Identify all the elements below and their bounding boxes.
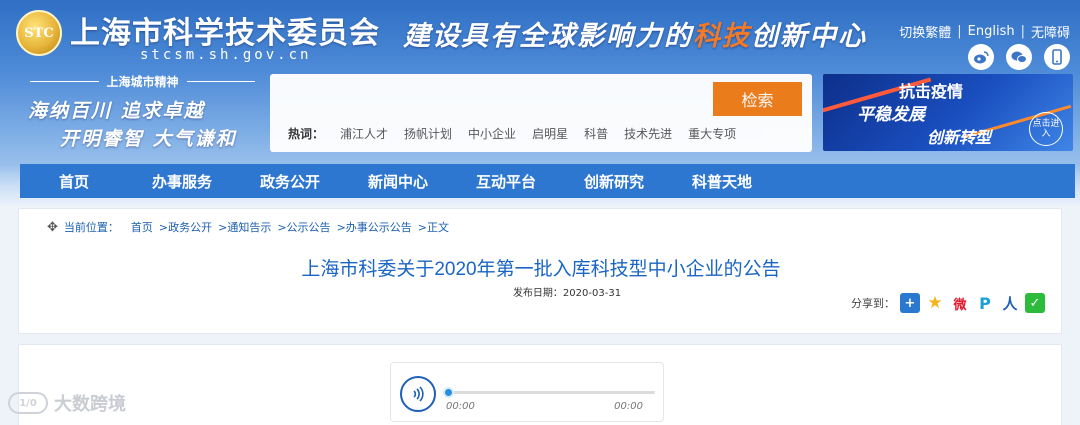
hot-word-link[interactable]: 扬帆计划 [404,125,452,142]
weibo-icon[interactable] [968,44,994,70]
nav-item-home[interactable]: 首页 [20,171,128,192]
nav-item-research[interactable]: 创新研究 [560,171,668,192]
nav-item-news[interactable]: 新闻中心 [344,171,452,192]
nav-item-interaction[interactable]: 互动平台 [452,171,560,192]
slogan-part1: 建设具有全球影响力的 [403,21,693,52]
english-link[interactable]: English [968,24,1015,39]
audio-progress-track[interactable] [445,391,655,394]
breadcrumb-current: >正文 [417,221,449,234]
breadcrumb-label: 当前位置： [63,221,119,234]
audio-player: 00:00 00:00 [390,362,664,422]
social-icons [968,44,1070,70]
watermark-logo-icon: 1/0 [8,392,48,414]
share-pengyou-icon[interactable]: P [975,293,995,313]
mobile-icon[interactable] [1044,44,1070,70]
search-button[interactable]: 检索 [713,82,802,116]
share-qzone-icon[interactable]: ★ [925,293,945,313]
hot-word-link[interactable]: 重大专项 [688,125,736,142]
nav-item-gov-affairs[interactable]: 政务公开 [236,171,344,192]
covid-banner[interactable]: 抗击疫情 平稳发展 创新转型 点击进入 [823,74,1073,151]
wechat-icon[interactable] [1006,44,1032,70]
breadcrumb-home[interactable]: 首页 [131,219,153,235]
link-separator: | [1020,24,1025,39]
breadcrumb: ✥ 当前位置： 首页 >政务公开 >通知告示 >公示公告 >办事公示公告 >正文 [47,219,449,235]
breadcrumb-gov-affairs[interactable]: >政务公开 [159,219,212,235]
city-spirit-line1: 海纳百川 追求卓越 [28,100,205,122]
banner-line3: 创新转型 [927,128,992,147]
share-wechat-icon[interactable]: ✓ [1025,293,1045,313]
breadcrumb-announcements[interactable]: >公示公告 [277,219,330,235]
banner-line2: 平稳发展 [857,105,925,125]
main-nav: 首页 办事服务 政务公开 新闻中心 互动平台 创新研究 科普天地 [20,164,1075,198]
city-spirit-line2: 开明睿智 大气谦和 [60,128,237,150]
search-panel: 检索 热词： 浦江人才 扬帆计划 中小企业 启明星 科普 技术先进 重大专项 [270,74,812,152]
audio-current-time: 00:00 [446,401,475,412]
share-plus-icon[interactable]: + [900,293,920,313]
hot-words-label: 热词： [288,127,325,141]
site-title[interactable]: 上海市科学技术委员会 [70,8,380,52]
nav-item-science-pop[interactable]: 科普天地 [668,171,776,192]
audio-progress-handle[interactable] [443,387,454,398]
breadcrumb-service-announcements[interactable]: >办事公示公告 [337,219,412,235]
hot-word-link[interactable]: 技术先进 [624,125,672,142]
nav-item-services[interactable]: 办事服务 [128,171,236,192]
share-bar: 分享到： + ★ 微 P 人 ✓ [851,293,1045,313]
slogan-banner: 建设具有全球影响力的科技创新中心 [403,14,867,53]
hot-word-link[interactable]: 浦江人才 [340,125,388,142]
article-title: 上海市科委关于2020年第一批入库科技型中小企业的公告 [301,259,781,280]
move-icon: ✥ [47,219,58,235]
top-links: 切换繁體 | English | 无障碍 [899,22,1070,41]
search-input[interactable] [280,82,714,116]
link-separator: | [957,24,962,39]
hot-word-link[interactable]: 启明星 [532,125,568,142]
city-spirit-title: 上海城市精神 [106,74,179,89]
share-label: 分享到： [851,297,895,310]
breadcrumb-notices[interactable]: >通知告示 [218,219,271,235]
traditional-chinese-link[interactable]: 切换繁體 [899,22,951,41]
share-weibo-icon[interactable]: 微 [950,293,970,313]
site-url: stcsm.sh.gov.cn [140,47,312,63]
audio-play-button[interactable] [400,376,436,412]
stc-logo-icon[interactable]: STC [16,10,62,56]
hot-word-link[interactable]: 科普 [584,125,608,142]
divider [186,80,256,82]
share-renren-icon[interactable]: 人 [1000,293,1020,313]
banner-line1: 抗击疫情 [899,82,964,101]
banner-enter-button[interactable]: 点击进入 [1029,112,1063,146]
slogan-highlight: 科技 [693,21,751,52]
hot-word-link[interactable]: 中小企业 [468,125,516,142]
watermark-text: 大数跨境 [54,394,126,415]
accessibility-link[interactable]: 无障碍 [1031,22,1070,41]
watermark: 1/0 大数跨境 [8,390,126,416]
city-spirit-heading: 上海城市精神 [30,74,256,89]
slogan-part2: 创新中心 [751,21,867,52]
article-panel: ✥ 当前位置： 首页 >政务公开 >通知告示 >公示公告 >办事公示公告 >正文… [18,208,1062,334]
divider [30,80,99,82]
audio-duration: 00:00 [614,401,643,412]
hot-words: 热词： 浦江人才 扬帆计划 中小企业 启明星 科普 技术先进 重大专项 [288,125,736,142]
